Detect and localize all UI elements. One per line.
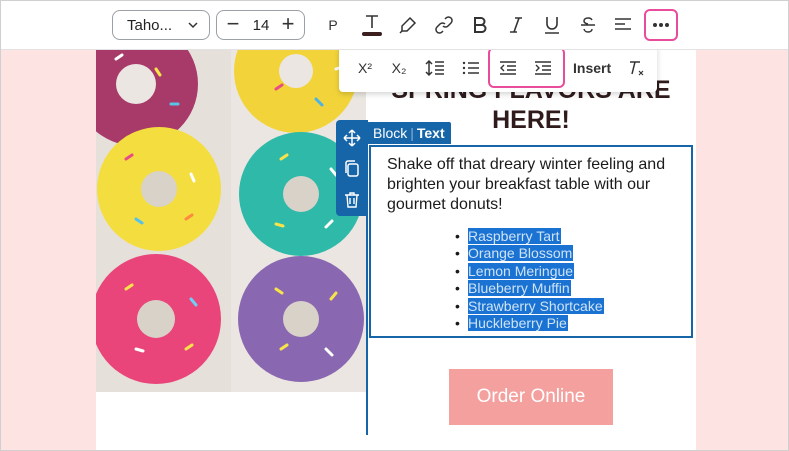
superscript-button[interactable]: X² [352, 55, 378, 81]
text-color-icon [362, 15, 382, 36]
increase-font-size-button[interactable]: + [277, 13, 299, 36]
italic-button[interactable] [502, 11, 530, 39]
block-label-separator: | [410, 125, 414, 141]
strikethrough-button[interactable] [574, 11, 602, 39]
list-item[interactable]: • Raspberry Tart [455, 228, 604, 245]
outdent-icon [500, 61, 516, 75]
insert-button[interactable]: Insert [573, 60, 611, 76]
italic-icon [510, 17, 522, 33]
link-button[interactable] [430, 11, 458, 39]
block-side-tools [336, 120, 368, 216]
more-options-button[interactable] [644, 9, 678, 41]
order-online-button[interactable]: Order Online [449, 369, 613, 425]
list-item[interactable]: • Lemon Meringue [455, 262, 604, 280]
paragraph-label: P [328, 17, 338, 33]
more-formatting-toolbar: X² X₂ Insert [339, 45, 657, 92]
font-family-value: Taho... [127, 16, 173, 34]
flavor-text: Lemon Meringue [468, 262, 575, 279]
font-size-stepper: − 14 + [216, 10, 305, 40]
decrease-font-size-button[interactable]: − [222, 13, 244, 36]
clear-formatting-icon [630, 61, 644, 76]
line-height-icon [425, 59, 444, 77]
indent-icon [535, 61, 551, 75]
highlight-button[interactable] [394, 11, 422, 39]
bulleted-list-icon [462, 61, 479, 75]
move-block-button[interactable] [340, 126, 364, 150]
clear-formatting-button[interactable] [624, 55, 650, 81]
strikethrough-icon [581, 17, 595, 33]
chevron-down-icon [188, 22, 198, 29]
block-guide-line [366, 120, 368, 435]
flavor-text: Strawberry Shortcake [468, 297, 604, 314]
increase-indent-button[interactable] [530, 55, 556, 81]
move-icon [343, 129, 361, 147]
link-icon [435, 16, 453, 34]
ellipsis-icon [653, 23, 669, 27]
duplicate-block-button[interactable] [340, 157, 364, 181]
subscript-button[interactable]: X₂ [386, 55, 412, 81]
delete-block-button[interactable] [340, 188, 364, 212]
list-item[interactable]: • Blueberry Muffin [455, 280, 604, 297]
subscript-icon: X₂ [391, 60, 407, 76]
font-size-value[interactable]: 14 [247, 17, 275, 34]
underline-icon [545, 17, 559, 34]
line-height-button[interactable] [422, 55, 448, 81]
flavor-text: Orange Blossom [468, 245, 574, 262]
donut-image[interactable] [96, 49, 366, 392]
underline-button[interactable] [538, 11, 566, 39]
block-type-label: Block | Text [367, 122, 451, 144]
paragraph-style-button[interactable]: P [319, 11, 347, 39]
block-label-type: Text [416, 125, 445, 141]
donut-illustration [96, 49, 366, 392]
decrease-indent-button[interactable] [495, 55, 521, 81]
list-item[interactable]: • Huckleberry Pie [455, 315, 604, 332]
flavor-list[interactable]: • Raspberry Tart • Orange Blossom • Lemon M… [455, 228, 604, 332]
intro-paragraph[interactable]: Shake off that dreary winter feeling and… [387, 155, 687, 215]
bold-icon [474, 17, 487, 33]
superscript-icon: X² [358, 60, 372, 76]
formatting-toolbar: Taho... − 14 + P [1, 1, 788, 50]
bold-button[interactable] [466, 11, 494, 39]
flavor-text: Huckleberry Pie [468, 315, 568, 332]
duplicate-icon [345, 160, 359, 177]
font-family-select[interactable]: Taho... [112, 10, 210, 40]
list-item[interactable]: • Strawberry Shortcake [455, 297, 604, 315]
trash-icon [345, 192, 359, 208]
flavor-text: Blueberry Muffin [468, 280, 571, 297]
text-color-button[interactable] [358, 11, 386, 39]
align-left-icon [615, 18, 631, 30]
highlighter-icon [399, 16, 417, 34]
text-block[interactable]: Shake off that dreary winter feeling and… [369, 145, 693, 338]
block-label-block: Block [373, 125, 408, 141]
bulleted-list-button[interactable] [458, 55, 484, 81]
align-button[interactable] [609, 11, 637, 39]
list-item[interactable]: • Orange Blossom [455, 245, 604, 262]
flavor-text: Raspberry Tart [468, 228, 561, 244]
editor-canvas: SPRING FLAVORS ARE HERE! X² X₂ [0, 0, 789, 451]
